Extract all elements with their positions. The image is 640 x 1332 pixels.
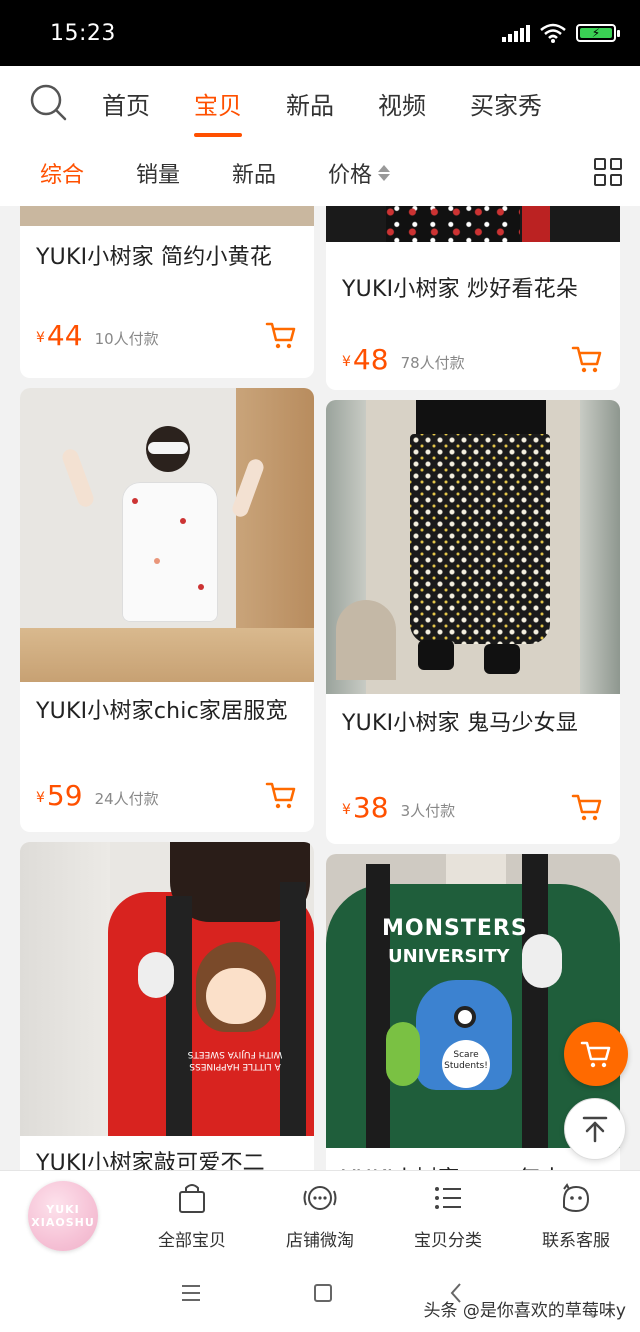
shop-tabs: 首页 宝贝 新品 视频 买家秀	[102, 80, 586, 137]
product-card[interactable]: YUKI小树家 鬼马少女显 ¥ 38 3人付款	[326, 400, 620, 844]
price-row: ¥ 38 3人付款	[342, 790, 604, 824]
product-card[interactable]: YUKI小树家chic家居服宽 ¥ 59 24人付款	[20, 388, 314, 832]
scroll-top-button[interactable]	[564, 1098, 626, 1160]
product-grid: YUKI小树家 简约小黄花 ¥ 44 10人付款 YUKI小树家 炒好看花朵 ¥…	[0, 206, 640, 1170]
cart-icon[interactable]	[570, 790, 604, 824]
top-nav: 首页 宝贝 新品 视频 买家秀	[0, 66, 640, 140]
product-image	[20, 388, 314, 682]
status-icons: ⚡	[502, 22, 620, 44]
watermark: 头条 @是你喜欢的草莓味y	[423, 1301, 626, 1321]
product-title: YUKI小树家 简约小黄花	[36, 245, 273, 270]
price-row: ¥ 44 10人付款	[36, 318, 298, 352]
status-bar: 15:23 ⚡	[0, 0, 640, 66]
sold-count: 24人付款	[94, 789, 159, 808]
tshirt-print-text: UNIVERSITY	[388, 946, 510, 967]
search-button[interactable]	[0, 66, 80, 140]
shop-logo[interactable]: YUKI XIAOSHU	[28, 1181, 98, 1251]
product-image	[20, 206, 314, 226]
cart-icon[interactable]	[570, 342, 604, 376]
product-card[interactable]: YUKI小树家 简约小黄花 ¥ 44 10人付款	[20, 206, 314, 378]
signal-icon	[502, 24, 530, 42]
scroll-top-icon	[582, 1116, 608, 1143]
product-title: YUKI小树家 炒好看花朵	[342, 277, 579, 302]
categories-button[interactable]: 宝贝分类	[388, 1181, 508, 1251]
tshirt-print-text: Scare Students!	[442, 1040, 490, 1088]
sort-arrows-icon	[378, 165, 391, 181]
sort-comprehensive[interactable]: 综合	[40, 157, 84, 189]
all-items-button[interactable]: 全部宝贝	[132, 1181, 252, 1251]
grid-toggle-icon[interactable]	[594, 158, 622, 186]
product-price: 48	[352, 342, 389, 376]
product-title: YUKI小树家 …… 复古	[326, 1162, 620, 1170]
contact-service-button[interactable]: 联系客服	[516, 1181, 636, 1251]
product-card[interactable]: YUKI小树家 炒好看花朵 ¥ 48 78人付款	[326, 206, 620, 390]
sort-new[interactable]: 新品	[232, 157, 276, 189]
sort-sales[interactable]: 销量	[136, 157, 180, 189]
menu-icon[interactable]	[180, 1282, 202, 1304]
sort-price[interactable]: 价格	[328, 157, 391, 189]
shop-feed-label: 店铺微淘	[286, 1231, 354, 1251]
sold-count: 78人付款	[400, 353, 465, 372]
chat-face-icon	[563, 1183, 590, 1213]
sold-count: 10人付款	[94, 329, 159, 348]
price-row: ¥ 48 78人付款	[342, 342, 604, 376]
contact-service-label: 联系客服	[542, 1231, 610, 1251]
product-price: 44	[46, 318, 83, 352]
tab-video[interactable]: 视频	[378, 80, 426, 127]
currency-symbol: ¥	[342, 354, 351, 370]
tab-items[interactable]: 宝贝	[194, 80, 242, 137]
currency-symbol: ¥	[342, 802, 351, 818]
feed-icon	[303, 1186, 337, 1210]
list-icon	[435, 1187, 461, 1209]
product-card[interactable]: A LITTLE HAPPINESS WITH FUJIYA SWEETS YU…	[20, 842, 314, 1170]
shop-logo-line2: XIAOSHU	[31, 1216, 95, 1229]
currency-symbol: ¥	[36, 330, 45, 346]
product-price: 59	[46, 778, 83, 812]
sort-bar: 综合 销量 新品 价格	[0, 140, 640, 206]
search-icon	[30, 84, 67, 121]
tshirt-print-text: MONSTERS	[382, 916, 528, 941]
categories-label: 宝贝分类	[414, 1231, 482, 1251]
all-items-label: 全部宝贝	[158, 1231, 226, 1251]
sold-count: 3人付款	[400, 801, 456, 820]
shop-feed-button[interactable]: 店铺微淘	[260, 1181, 380, 1251]
product-image	[326, 206, 620, 242]
shop-logo-line1: YUKI	[46, 1203, 80, 1216]
system-nav-bar: 头条 @是你喜欢的草莓味y	[0, 1256, 640, 1332]
product-image	[326, 400, 620, 694]
product-image: A LITTLE HAPPINESS WITH FUJIYA SWEETS	[20, 842, 314, 1136]
wifi-icon	[540, 23, 566, 43]
product-price: 38	[352, 790, 389, 824]
currency-symbol: ¥	[36, 790, 45, 806]
sort-price-label: 价格	[328, 163, 373, 188]
tshirt-print-text: A LITTLE HAPPINESS WITH FUJIYA SWEETS	[187, 1049, 283, 1071]
tab-home[interactable]: 首页	[102, 80, 150, 127]
tab-buyer-show[interactable]: 买家秀	[470, 80, 542, 127]
cart-icon[interactable]	[264, 318, 298, 352]
status-time: 15:23	[50, 20, 116, 46]
cart-icon[interactable]	[264, 778, 298, 812]
product-title: YUKI小树家chic家居服宽	[36, 699, 288, 724]
product-title: YUKI小树家敲可爱不二	[36, 1151, 265, 1170]
product-title: YUKI小树家 鬼马少女显	[342, 711, 579, 736]
tab-new[interactable]: 新品	[286, 80, 334, 127]
home-square-icon[interactable]	[312, 1282, 334, 1304]
floating-cart-button[interactable]	[564, 1022, 628, 1086]
battery-icon: ⚡	[576, 24, 620, 42]
price-row: ¥ 59 24人付款	[36, 778, 298, 812]
bag-icon	[179, 1184, 205, 1213]
shop-bar: YUKI XIAOSHU 全部宝贝 店铺微淘 宝贝分类 联系客服	[0, 1170, 640, 1256]
cart-icon	[580, 1041, 611, 1068]
